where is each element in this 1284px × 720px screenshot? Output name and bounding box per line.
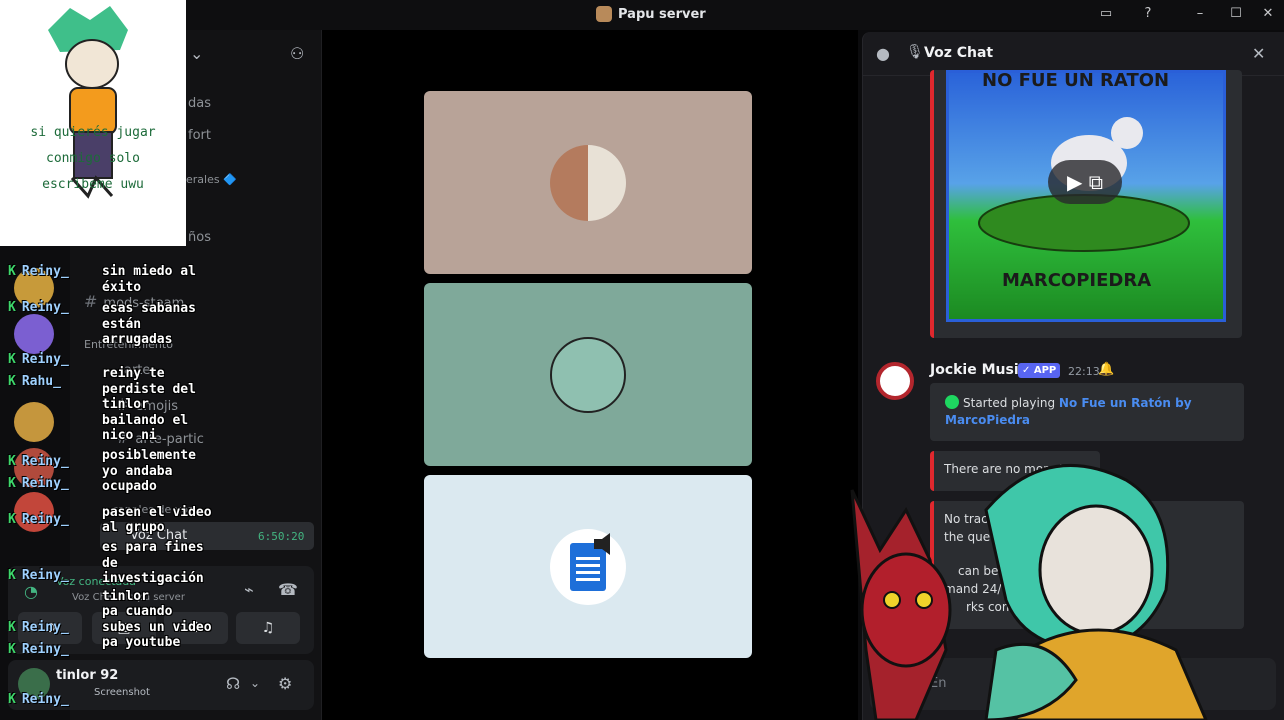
chat-line: nico ni xyxy=(102,428,157,444)
close-panel-icon[interactable]: ✕ xyxy=(1252,44,1265,63)
chevron-down-icon[interactable]: ⌄ xyxy=(190,44,203,63)
spotify-icon xyxy=(945,395,959,409)
chat-line: reiny te xyxy=(102,365,165,381)
chat-username: K Reiny_ xyxy=(8,476,69,491)
add-member-icon[interactable]: ⚇ xyxy=(290,44,304,63)
chat-line: pa cuando xyxy=(102,604,173,620)
participant-tile-3[interactable] xyxy=(424,475,752,658)
chat-line: perdiste del xyxy=(102,381,196,397)
chat-line: arrugadas xyxy=(102,332,173,348)
chat-line: sin miedo al xyxy=(102,264,196,279)
maximize-icon[interactable]: ☐ xyxy=(1226,6,1246,24)
avatar xyxy=(550,529,626,605)
play-button[interactable]: ▶ ⧉ xyxy=(1048,160,1122,204)
chat-line: bailando el xyxy=(102,412,189,428)
chat-line: tinlor xyxy=(102,588,149,604)
chat-username-text: Reiny_ xyxy=(21,476,69,491)
chat-username: K Rahu_ xyxy=(8,374,61,389)
chat-username: K Reiny_ xyxy=(8,264,69,279)
window-title: Papu server xyxy=(596,6,706,22)
chat-username-text: Rahu_ xyxy=(21,374,61,389)
chat-username: K Reiny_ xyxy=(8,352,69,367)
threads-icon[interactable]: ● xyxy=(876,44,890,63)
bot-username[interactable]: Jockie Music xyxy=(930,362,1027,378)
chat-line: al grupo xyxy=(102,520,165,536)
overlay-caption-line: conmigo solo xyxy=(46,151,140,166)
overlay-caption-line: si quierés jugar xyxy=(30,125,156,140)
chat-line: investigación xyxy=(102,571,204,587)
chat-line: posiblemente xyxy=(102,447,196,463)
chat-username-text: Reiny_ xyxy=(21,300,69,315)
chat-username: K Reiny_ xyxy=(8,454,69,469)
chat-username: K Reiny_ xyxy=(8,300,69,315)
thumbnail-title: NO FUE UN RATON xyxy=(982,70,1170,91)
chat-line: éxito xyxy=(102,279,142,295)
chevron-down-icon[interactable]: ⌄ xyxy=(250,676,260,690)
now-playing-prefix: Started playing xyxy=(963,396,1056,410)
chat-username-text: Reiny_ xyxy=(21,620,69,635)
chat-username-text: Reiny_ xyxy=(21,454,69,469)
gear-icon[interactable]: ⚙ xyxy=(278,674,292,693)
channel-partial-1[interactable]: das xyxy=(188,96,211,111)
avatar xyxy=(550,145,626,221)
chat-username-text: Reiny_ xyxy=(21,512,69,527)
close-window-icon[interactable]: ✕ xyxy=(1258,6,1278,24)
inbox-icon[interactable]: ▭ xyxy=(1096,6,1116,24)
window-title-text: Papu server xyxy=(618,6,706,22)
stream-overlay-characters xyxy=(850,464,1208,720)
chat-line: pasen el video xyxy=(102,504,212,520)
help-icon[interactable]: ? xyxy=(1138,6,1158,24)
participant-tile-2[interactable] xyxy=(424,283,752,466)
chat-line: de xyxy=(102,555,118,571)
user-status: Screenshot xyxy=(94,687,150,698)
chat-username-text: Reiny_ xyxy=(21,264,69,279)
chat-username: K Reiny_ xyxy=(8,568,69,583)
headphones-icon[interactable]: ☊ xyxy=(226,674,240,693)
chat-line: pa youtube xyxy=(102,635,181,651)
server-icon-3[interactable] xyxy=(14,402,54,442)
chat-username-text: Reiny_ xyxy=(21,352,69,367)
user-name[interactable]: tinlor 92 xyxy=(56,668,118,683)
signal-icon: ◔ xyxy=(24,582,38,601)
chat-username: K Reiny_ xyxy=(8,620,69,635)
chat-username: K Reiny_ xyxy=(8,692,69,707)
channel-partial-2[interactable]: fort xyxy=(188,128,211,143)
chat-line: subes un video xyxy=(102,619,212,635)
microphone-icon: 🎙 xyxy=(906,44,924,60)
now-playing-text: Started playing No Fue un Ratón by Marco… xyxy=(945,395,1235,429)
avatar xyxy=(550,337,626,413)
mute-notification-icon: 🔔 xyxy=(1098,362,1115,377)
chat-line: yo andaba xyxy=(102,463,173,479)
chat-username-text: Reiny_ xyxy=(21,568,69,583)
panel-title: Voz Chat xyxy=(924,45,994,61)
overlay-caption-line: escribeme uwu xyxy=(42,177,144,192)
overlay-caption: si quierés jugar conmigo solo escribeme … xyxy=(8,120,178,198)
chat-line: ocupado xyxy=(102,479,157,495)
chat-username: K Reiny_ xyxy=(8,642,69,657)
stream-overlay-card: si quierés jugar conmigo solo escribeme … xyxy=(0,0,186,246)
minimize-icon[interactable]: – xyxy=(1190,6,1210,24)
chat-line: esas sabanas xyxy=(102,301,196,317)
chat-line: están xyxy=(102,316,142,332)
chat-line: es para fines xyxy=(102,539,204,555)
chat-username-text: Reiny_ xyxy=(21,692,69,707)
server-icon-2[interactable] xyxy=(14,314,54,354)
server-icon xyxy=(596,6,612,22)
document-speaker-icon xyxy=(570,533,610,591)
stream-chat-overlay: sin miedo al éxito esas sabanas están ar… xyxy=(102,232,332,651)
chat-username: K Reiny_ xyxy=(8,512,69,527)
participant-tile-1[interactable] xyxy=(424,91,752,274)
category-partial[interactable]: erales 🔷 xyxy=(186,173,237,186)
thumbnail-subtitle: MARCOPIEDRA xyxy=(1002,270,1152,291)
message-timestamp: 22:13 xyxy=(1068,365,1100,378)
chat-username-text: Reiny_ xyxy=(21,642,69,657)
avatar[interactable] xyxy=(876,362,914,400)
chat-line: tinlor xyxy=(102,397,149,413)
app-badge: ✓ APP xyxy=(1018,363,1061,378)
